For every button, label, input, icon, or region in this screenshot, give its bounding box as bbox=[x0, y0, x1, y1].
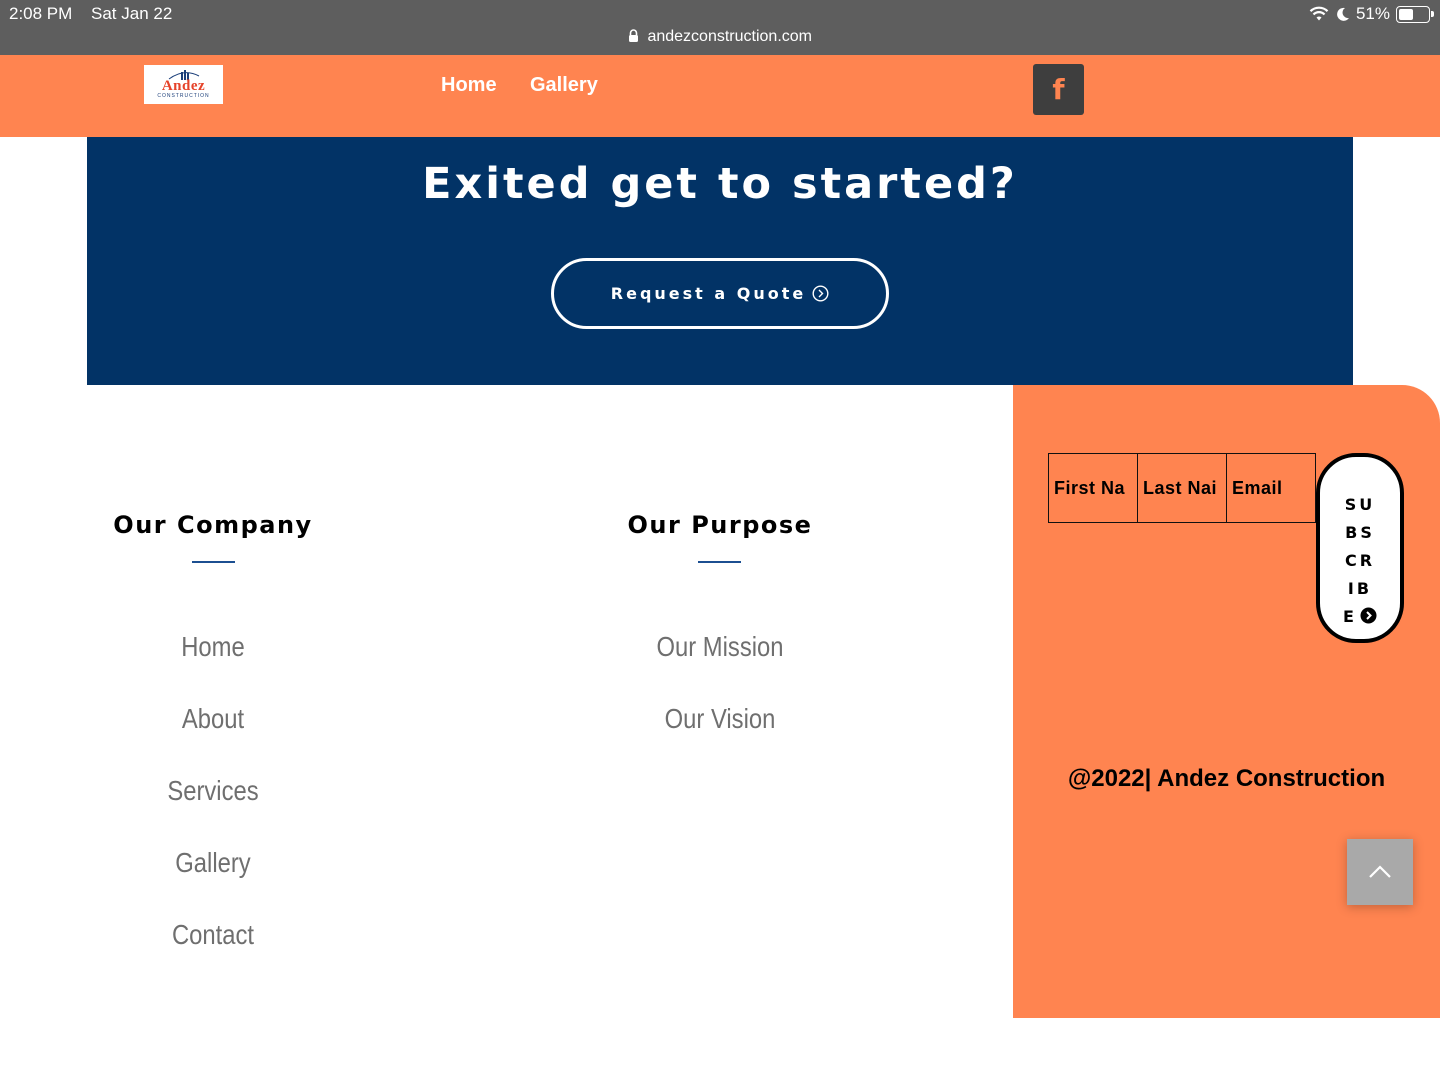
subscribe-label-line-3: CR bbox=[1344, 550, 1376, 570]
cta-title: Exited get to started? bbox=[422, 159, 1018, 209]
scroll-to-top-button[interactable] bbox=[1347, 839, 1413, 905]
facebook-icon: f bbox=[1052, 73, 1065, 106]
request-quote-label: Request a Quote bbox=[610, 284, 807, 303]
subscribe-label-line-5: E bbox=[1343, 606, 1357, 626]
wifi-icon bbox=[1309, 6, 1329, 21]
last-name-field[interactable]: Last Nai bbox=[1137, 453, 1227, 523]
logo-wordmark: Andez bbox=[161, 78, 206, 94]
footer-link-contact[interactable]: Contact bbox=[86, 919, 341, 951]
request-quote-button[interactable]: Request a Quote bbox=[551, 258, 889, 329]
facebook-button[interactable]: f bbox=[1033, 64, 1084, 115]
footer-links-panel: Our Company Home About Services Gallery … bbox=[0, 385, 1013, 1018]
chevron-circle-right-icon bbox=[812, 285, 829, 302]
subscribe-panel: First Na Last Nai Email SU BS CR IB E @2… bbox=[1013, 385, 1440, 1018]
battery-percent: 51% bbox=[1355, 4, 1390, 23]
subscribe-button[interactable]: SU BS CR IB E bbox=[1316, 453, 1404, 643]
our-company-divider bbox=[192, 561, 235, 563]
footer-link-our-mission[interactable]: Our Mission bbox=[593, 631, 848, 663]
last-name-placeholder: Last Nai bbox=[1143, 478, 1218, 498]
logo-subtitle: CONSTRUCTION bbox=[157, 93, 210, 99]
nav-link-home[interactable]: Home bbox=[441, 74, 497, 97]
lock-icon bbox=[629, 29, 638, 42]
arrow-circle-right-icon bbox=[1360, 607, 1377, 623]
cta-banner: Exited get to started? Request a Quote bbox=[87, 137, 1353, 385]
chevron-up-icon bbox=[1369, 865, 1391, 878]
battery-icon bbox=[1396, 5, 1434, 23]
first-name-placeholder: First Na bbox=[1054, 478, 1126, 498]
footer-link-home[interactable]: Home bbox=[86, 631, 341, 663]
our-purpose-divider bbox=[698, 561, 741, 563]
battery-level bbox=[1399, 8, 1414, 20]
footer-link-about[interactable]: About bbox=[86, 703, 341, 735]
our-company-heading: Our Company bbox=[113, 511, 313, 539]
status-indicators: 51% bbox=[1309, 4, 1434, 24]
subscribe-label-line-1: SU bbox=[1344, 494, 1376, 514]
site-header: Andez CONSTRUCTION Home Gallery f bbox=[0, 55, 1440, 137]
subscribe-label-line-5-row: E bbox=[1326, 603, 1394, 631]
subscribe-label-line-4: IB bbox=[1347, 578, 1373, 598]
footer-link-services[interactable]: Services bbox=[86, 775, 341, 807]
status-time: 2:08 PM bbox=[9, 4, 73, 23]
status-date: Sat Jan 22 bbox=[91, 4, 173, 23]
copyright-text: @2022| Andez Construction bbox=[1067, 765, 1386, 792]
nav-link-gallery[interactable]: Gallery bbox=[530, 74, 598, 97]
site-logo[interactable]: Andez CONSTRUCTION bbox=[144, 65, 223, 104]
moon-icon bbox=[1337, 7, 1349, 21]
footer-link-our-vision[interactable]: Our Vision bbox=[593, 703, 848, 735]
first-name-field[interactable]: First Na bbox=[1048, 453, 1138, 523]
status-bar: 2:08 PM Sat Jan 22 51% andezconstruction… bbox=[0, 0, 1440, 55]
url-text: andezconstruction.com bbox=[647, 28, 812, 45]
our-purpose-heading: Our Purpose bbox=[627, 511, 813, 539]
address-bar[interactable]: andezconstruction.com bbox=[0, 28, 1440, 46]
subscribe-label-line-2: BS bbox=[1345, 522, 1375, 542]
email-placeholder: Email bbox=[1232, 478, 1283, 498]
email-field[interactable]: Email bbox=[1226, 453, 1316, 523]
footer-link-gallery[interactable]: Gallery bbox=[86, 847, 341, 879]
